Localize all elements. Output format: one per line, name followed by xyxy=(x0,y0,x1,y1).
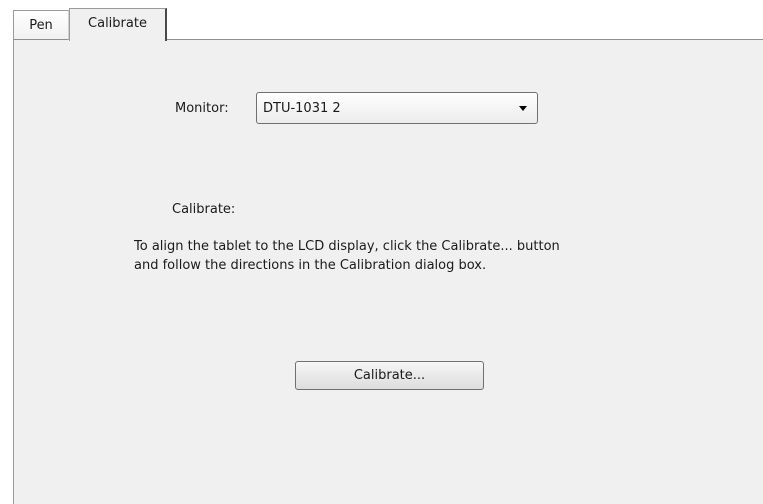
calibrate-panel: Monitor: DTU-1031 2 Calibrate: To align … xyxy=(13,40,763,504)
tab-strip: Pen Calibrate xyxy=(0,0,763,41)
monitor-label: Monitor: xyxy=(175,101,229,116)
monitor-dropdown-value: DTU-1031 2 xyxy=(263,101,341,116)
monitor-dropdown[interactable]: DTU-1031 2 xyxy=(256,92,538,124)
calibrate-instructions: To align the tablet to the LCD display, … xyxy=(134,237,674,275)
instruction-line: To align the tablet to the LCD display, … xyxy=(134,239,560,254)
calibrate-section-heading: Calibrate: xyxy=(172,202,236,217)
chevron-down-icon xyxy=(519,106,527,111)
tab-calibrate[interactable]: Calibrate xyxy=(69,8,167,41)
instruction-line: and follow the directions in the Calibra… xyxy=(134,258,487,273)
calibrate-button[interactable]: Calibrate... xyxy=(295,361,484,390)
tab-pen[interactable]: Pen xyxy=(13,10,69,40)
